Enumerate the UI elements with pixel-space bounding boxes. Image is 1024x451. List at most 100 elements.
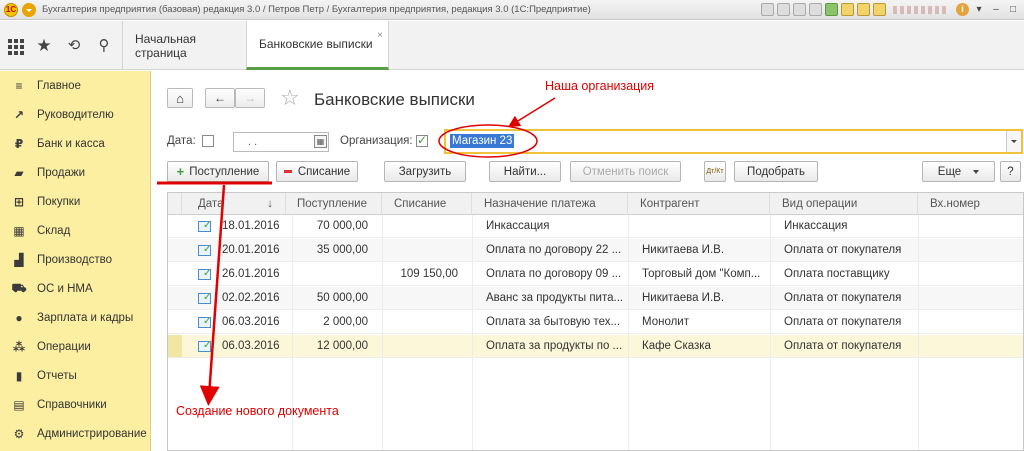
organization-checkbox[interactable]: [416, 133, 428, 147]
calendar-icon[interactable]: ▦: [314, 135, 327, 148]
cell-in: 50 000,00: [316, 292, 368, 304]
column-label: Дата: [198, 198, 224, 210]
help-button[interactable]: ?: [1000, 161, 1021, 182]
dt-kt-icon: Дт/Кт: [706, 168, 724, 175]
toolbar-icon[interactable]: [809, 3, 822, 16]
home-icon: ⌂: [176, 90, 184, 106]
column-header-date[interactable]: Дата ↓: [182, 193, 286, 215]
cell-in: 70 000,00: [316, 220, 368, 232]
plus-icon: +: [176, 164, 185, 179]
forward-button[interactable]: →: [235, 88, 265, 108]
sidebar-item[interactable]: ₽ Банк и касса: [0, 129, 150, 158]
sidebar-item[interactable]: ▤ Справочники: [0, 390, 150, 419]
sidebar-item[interactable]: ▟ Производство: [0, 245, 150, 274]
table-row[interactable]: 02.02.2016 50 000,00 Аванс за продукты пит…: [168, 287, 1023, 310]
sidebar-item[interactable]: ● Зарплата и кадры: [0, 303, 150, 332]
receipt-button[interactable]: + Поступление: [167, 161, 269, 182]
column-divider: [918, 215, 919, 450]
sidebar-item[interactable]: ⚙ Администрирование: [0, 419, 150, 448]
sidebar-item[interactable]: ▮ Отчеты: [0, 361, 150, 390]
search-icon[interactable]: ⚲: [95, 37, 113, 55]
sidebar-item-label: Операции: [37, 340, 91, 353]
column-header-counterparty[interactable]: Контрагент: [628, 193, 770, 215]
home-button[interactable]: ⌂: [167, 88, 193, 108]
table-row[interactable]: 06.03.2016 2 000,00 Оплата за бытовую тех.…: [168, 311, 1023, 334]
menu-lines-icon: ≡: [15, 78, 23, 93]
more-button[interactable]: Еще: [922, 161, 995, 182]
cell-purpose: Оплата за бытовую тех...: [486, 316, 621, 328]
favorites-star-icon[interactable]: ★: [35, 37, 53, 55]
column-header-writeoff[interactable]: Списание: [382, 193, 472, 215]
favorite-star-icon[interactable]: ☆: [280, 85, 300, 111]
dt-kt-button[interactable]: Дт/Кт: [704, 161, 726, 182]
bar-chart-icon: ▮: [15, 368, 23, 383]
history-icon[interactable]: ⟲: [65, 37, 83, 55]
cell-counterparty: Монолит: [642, 316, 689, 328]
table-row[interactable]: 26.01.2016 109 150,00 Оплата по договору 0…: [168, 263, 1023, 286]
more-label: Еще: [937, 165, 962, 178]
app-menu-dropdown-icon[interactable]: [22, 2, 36, 17]
apps-grid-icon[interactable]: [6, 37, 24, 55]
organization-field[interactable]: Магазин 23: [444, 129, 1023, 154]
sidebar-item-label: Зарплата и кадры: [37, 311, 134, 324]
tab-label: Начальная страница: [135, 31, 197, 60]
sidebar-item[interactable]: ▦ Склад: [0, 216, 150, 245]
info-icon[interactable]: i: [956, 3, 969, 16]
chevron-down-icon[interactable]: [1006, 131, 1021, 152]
person-icon: ●: [15, 310, 23, 325]
column-header-purpose[interactable]: Назначение платежа: [472, 193, 628, 215]
column-header-receipt[interactable]: Поступление: [292, 193, 382, 215]
sidebar-item[interactable]: ▰ Продажи: [0, 158, 150, 187]
row-marker: [168, 215, 182, 237]
cell-num: [932, 311, 1022, 333]
load-button[interactable]: Загрузить: [384, 161, 466, 182]
calculator-icon[interactable]: [857, 3, 870, 16]
writeoff-button[interactable]: Списание: [276, 161, 358, 182]
sidebar-item[interactable]: ⁂ Операции: [0, 332, 150, 361]
tab-bank-statements[interactable]: Банковские выписки ×: [246, 21, 389, 70]
main-content: ⌂ ← → ☆ Банковские выписки Дата: . . ▦ О…: [152, 71, 1024, 451]
toolbar-icon[interactable]: [793, 3, 806, 16]
sidebar-item[interactable]: ⊞ Покупки: [0, 187, 150, 216]
column-header-incoming-number[interactable]: Вх.номер: [918, 193, 1023, 215]
back-button[interactable]: ←: [205, 88, 235, 108]
sidebar-item[interactable]: ≡ Главное: [0, 71, 150, 100]
cell-out: [382, 311, 458, 333]
select-button[interactable]: Подобрать: [734, 161, 818, 182]
minimize-icon[interactable]: ‒: [989, 4, 1003, 15]
sidebar-item[interactable]: ↗ Руководителю: [0, 100, 150, 129]
chevron-down-icon: [973, 169, 980, 174]
date-checkbox[interactable]: [202, 135, 214, 147]
toolbar-icon[interactable]: [761, 3, 774, 16]
tab-home[interactable]: Начальная страница: [122, 21, 246, 70]
receipt-label: Поступление: [189, 165, 260, 178]
cell-purpose: Оплата по договору 22 ...: [486, 244, 622, 256]
favorites-icon[interactable]: [825, 3, 838, 16]
cell-out: [382, 215, 458, 237]
history-icon[interactable]: [841, 3, 854, 16]
sidebar-item-label: ОС и НМА: [37, 282, 93, 295]
calendar-icon[interactable]: [873, 3, 886, 16]
sidebar: ≡ Главное ↗ Руководителю ₽ Банк и касса ▰ Прода…: [0, 71, 151, 451]
cell-counterparty: Торговый дом "Комп...: [642, 268, 761, 280]
date-field[interactable]: . . ▦: [233, 132, 329, 152]
sidebar-item[interactable]: ⛟ ОС и НМА: [0, 274, 150, 303]
column-header-operation[interactable]: Вид операции: [770, 193, 918, 215]
find-button[interactable]: Найти...: [489, 161, 561, 182]
cell-op: Инкассация: [784, 220, 848, 232]
window-menu-icon[interactable]: ▾: [972, 4, 986, 15]
close-icon[interactable]: ×: [377, 30, 383, 41]
cell-in: 12 000,00: [316, 340, 368, 352]
table-row[interactable]: 06.03.2016 12 000,00 Оплата за продукты по…: [168, 335, 1023, 358]
toolbar-icon[interactable]: [777, 3, 790, 16]
maximize-icon[interactable]: □: [1006, 4, 1020, 15]
table-header: Дата ↓ Поступление Списание Назначение п…: [168, 193, 1023, 215]
sidebar-item-label: Администрирование: [37, 427, 147, 440]
table-row[interactable]: 18.01.2016 70 000,00 Инкассация Инкассация: [168, 215, 1023, 238]
cancel-search-button[interactable]: Отменить поиск: [570, 161, 681, 182]
posted-document-icon: [198, 220, 211, 232]
cell-counterparty: Кафе Сказка: [642, 340, 711, 352]
table-row[interactable]: 20.01.2016 35 000,00 Оплата по договору 22…: [168, 239, 1023, 262]
cell-date: 06.03.2016: [222, 316, 280, 328]
organization-label: Организация:: [340, 135, 413, 147]
